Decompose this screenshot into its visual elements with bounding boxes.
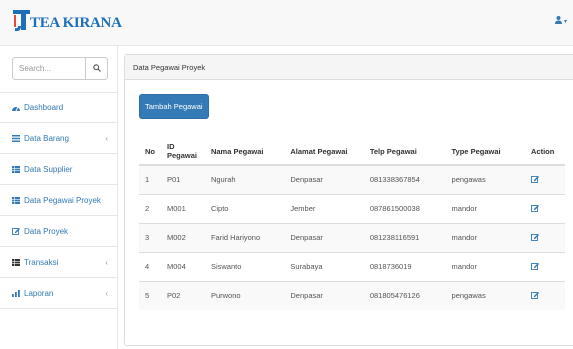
sidebar-item-transaksi[interactable]: Transaksi ‹	[0, 247, 118, 278]
table-row: 5 P02 Purwono Denpasar 081805476126 peng…	[139, 280, 565, 310]
chevron-left-icon: ‹	[105, 133, 108, 143]
cell-id: M004	[161, 251, 205, 281]
cell-telp: 081805476126	[363, 280, 446, 310]
cell-type: mandor	[445, 193, 526, 223]
sidebar-item-laporan[interactable]: Laporan ‹	[0, 278, 118, 309]
cell-type: mandor	[445, 251, 526, 281]
cell-nama: Purwono	[204, 280, 285, 310]
table-row: 4 M004 Siswanto Surabaya 0818736019 mand…	[139, 251, 565, 281]
column-header-nama: Nama Pegawai	[204, 138, 285, 166]
table-row: 1 P01 Ngurah Denpasar 081338367854 penga…	[139, 164, 565, 194]
brand-logo[interactable]: TEA KIRANA	[12, 8, 122, 34]
sidebar-item-label: Data Barang	[24, 133, 69, 143]
cell-no: 3	[139, 222, 161, 252]
table-icon	[12, 196, 21, 204]
content-panel: Data Pegawai Proyek Tambah Pegawai No ID…	[124, 54, 573, 346]
cell-alamat: Denpasar	[284, 222, 364, 252]
cell-id: P02	[161, 280, 205, 310]
chevron-left-icon: ‹	[105, 288, 108, 298]
cell-telp: 081338367854	[363, 164, 446, 194]
add-employee-button[interactable]: Tambah Pegawai	[139, 94, 209, 119]
cell-type: mandor	[445, 222, 526, 252]
search-icon	[92, 63, 101, 74]
search-input[interactable]	[13, 58, 85, 79]
chevron-left-icon: ‹	[105, 257, 108, 267]
cell-alamat: Denpasar	[284, 164, 364, 194]
cell-no: 2	[139, 193, 161, 223]
sidebar-menu: Dashboard Data Barang ‹ Data Supplier Da…	[0, 92, 118, 309]
edit-icon[interactable]	[531, 262, 540, 270]
cell-action	[525, 193, 565, 223]
cell-no: 5	[139, 280, 161, 310]
edit-icon	[12, 227, 21, 235]
table-header-row: No ID Pegawai Nama Pegawai Alamat Pegawa…	[139, 138, 565, 166]
search-button[interactable]	[85, 58, 107, 79]
edit-icon[interactable]	[531, 233, 540, 241]
cell-nama: Farid Hariyono	[204, 222, 285, 252]
cell-alamat: Surabaya	[284, 251, 364, 281]
sidebar-item-label: Data Pegawai Proyek	[24, 195, 101, 205]
table-row: 3 M002 Farid Hariyono Denpasar 081238116…	[139, 222, 565, 252]
edit-icon[interactable]	[531, 291, 540, 299]
cell-action	[525, 251, 565, 281]
sidebar-item-label: Transaksi	[24, 257, 59, 267]
user-icon	[554, 16, 562, 26]
sidebar-item-data-supplier[interactable]: Data Supplier	[0, 154, 118, 185]
sidebar-item-data-barang[interactable]: Data Barang ‹	[0, 123, 118, 154]
sidebar-item-label: Laporan	[24, 288, 54, 298]
cell-type: pengawas	[445, 280, 526, 310]
cell-action	[525, 222, 565, 252]
chevron-down-icon: ▾	[563, 18, 567, 25]
cell-action	[525, 280, 565, 310]
sidebar-item-dashboard[interactable]: Dashboard	[0, 92, 118, 123]
cell-telp: 081238116591	[363, 222, 446, 252]
cell-alamat: Denpasar	[284, 280, 364, 310]
user-menu-toggle[interactable]: ▾	[554, 16, 567, 26]
cell-nama: Ngurah	[204, 164, 285, 194]
column-header-type: Type Pegawai	[445, 138, 526, 166]
cell-telp: 087861500038	[363, 193, 446, 223]
table-row: 2 M001 Cipto Jember 087861500038 mandor	[139, 193, 565, 223]
cell-nama: Siswanto	[204, 251, 285, 281]
cell-type: pengawas	[445, 164, 526, 194]
logo-icon	[12, 8, 32, 34]
column-header-action: Action	[525, 138, 565, 166]
column-header-alamat: Alamat Pegawai	[284, 138, 364, 166]
cell-alamat: Jember	[284, 193, 364, 223]
sidebar-item-data-pegawai-proyek[interactable]: Data Pegawai Proyek	[0, 185, 118, 216]
cell-nama: Cipto	[204, 193, 285, 223]
column-header-no: No	[139, 138, 161, 166]
brand-name: TEA KIRANA	[30, 15, 122, 31]
cell-action	[525, 164, 565, 194]
table-icon	[12, 165, 21, 173]
top-navbar: TEA KIRANA ▾	[0, 0, 573, 46]
cell-telp: 0818736019	[363, 251, 446, 281]
cell-no: 1	[139, 164, 161, 194]
sidebar-item-data-proyek[interactable]: Data Proyek	[0, 216, 118, 247]
edit-icon[interactable]	[531, 204, 540, 212]
sidebar-search	[12, 57, 108, 80]
cell-id: M002	[161, 222, 205, 252]
sidebar-item-label: Data Supplier	[24, 164, 73, 174]
column-header-id: ID Pegawai	[161, 138, 205, 166]
panel-heading: Data Pegawai Proyek	[125, 55, 573, 80]
bar-chart-icon	[12, 289, 21, 297]
cell-no: 4	[139, 251, 161, 281]
sidebar-item-label: Data Proyek	[24, 226, 69, 236]
cell-id: M001	[161, 193, 205, 223]
sidebar-item-label: Dashboard	[24, 103, 64, 112]
employee-table: No ID Pegawai Nama Pegawai Alamat Pegawa…	[139, 138, 565, 310]
list-icon	[12, 134, 21, 142]
column-header-telp: Telp Pegawai	[363, 138, 446, 166]
edit-icon[interactable]	[531, 175, 540, 183]
dashboard-icon	[12, 104, 21, 111]
page-title: Data Pegawai Proyek	[133, 62, 206, 72]
cell-id: P01	[161, 164, 205, 194]
book-icon	[12, 258, 21, 266]
